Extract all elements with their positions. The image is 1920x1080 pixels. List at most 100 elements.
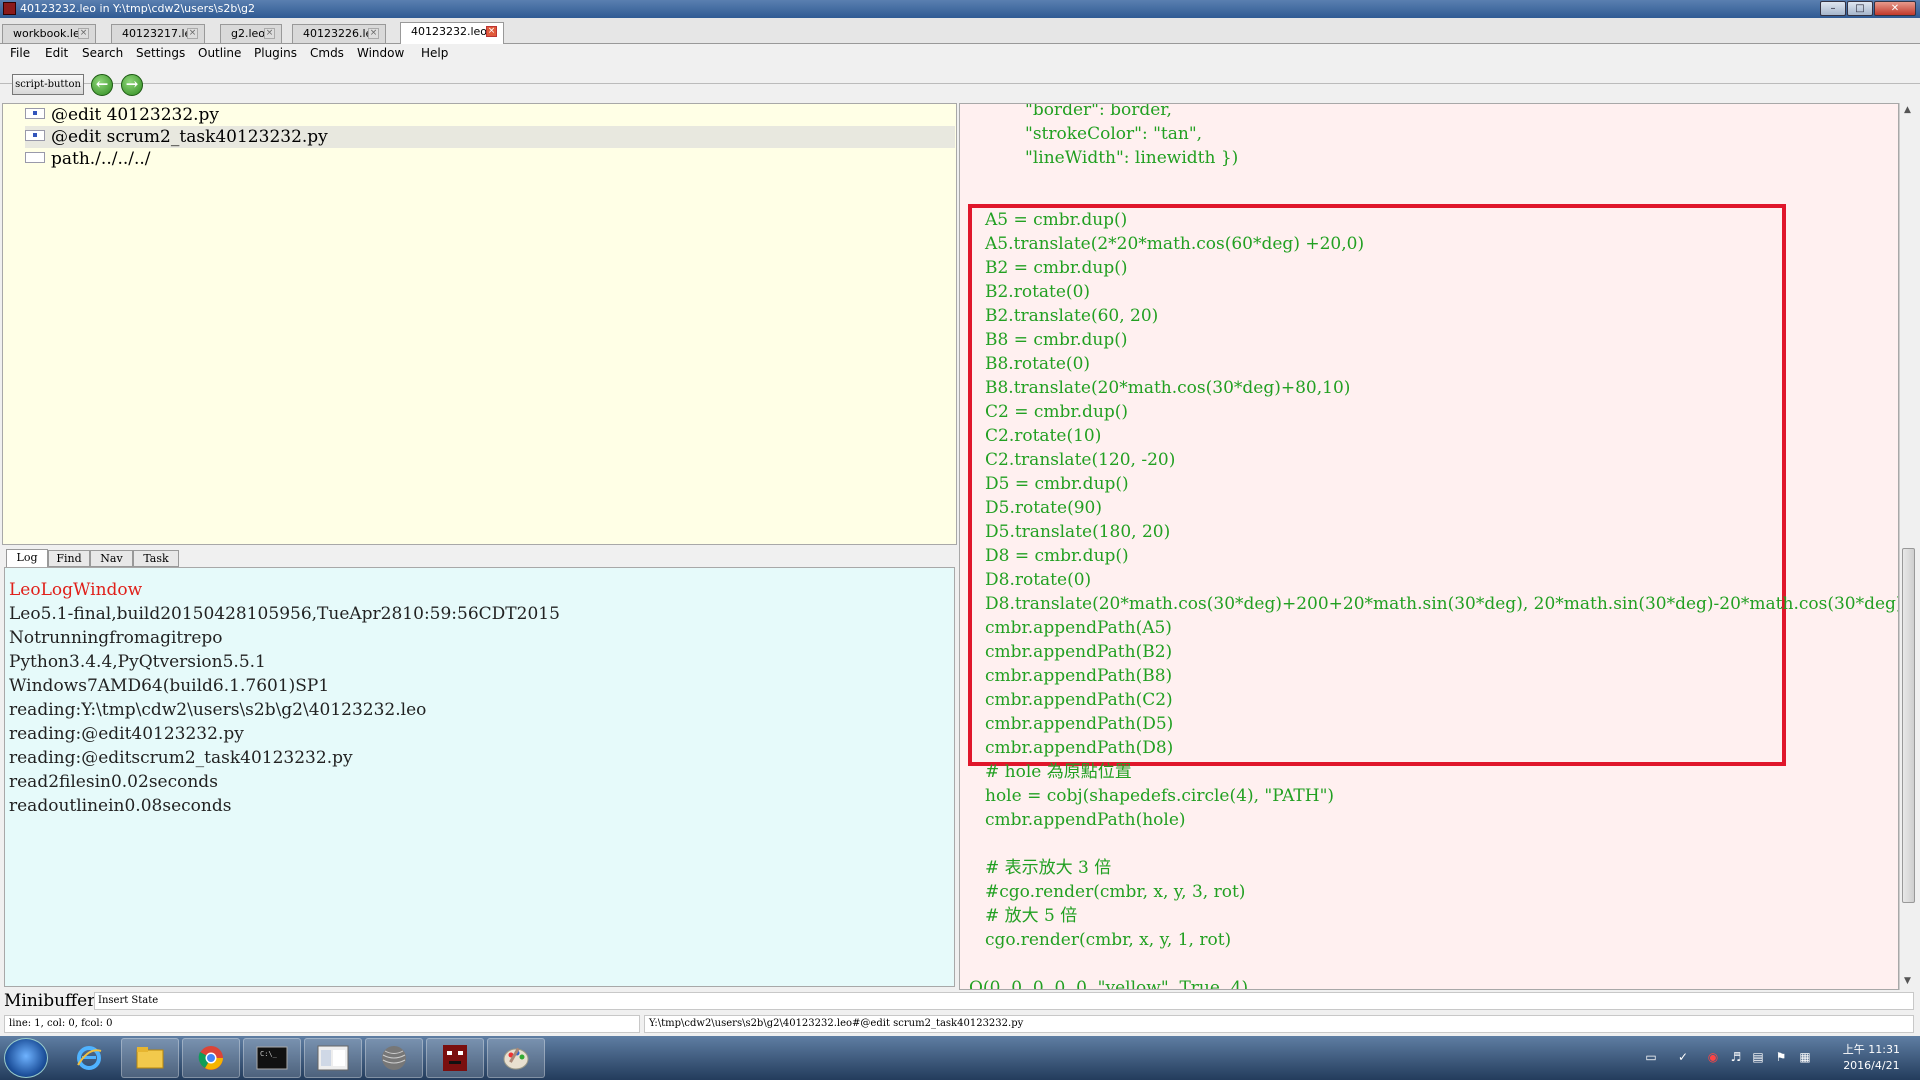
maximize-button[interactable]: □ xyxy=(1847,1,1873,16)
outline-node[interactable]: path./../../../ xyxy=(25,148,151,170)
menu-window[interactable]: Window xyxy=(357,46,404,60)
code-line: "border": border, xyxy=(1025,103,1172,120)
code-line: cmbr.appendPath(B2) xyxy=(985,642,1173,662)
back-arrow-icon[interactable]: ← xyxy=(91,74,113,96)
log-pane[interactable]: LeoLogWindow Leo5.1-final,build201504281… xyxy=(4,567,955,987)
minibuffer: Minibuffer: Insert State xyxy=(0,990,1920,1012)
minibuffer-input[interactable]: Insert State xyxy=(94,992,1914,1010)
code-line: C2 = cmbr.dup() xyxy=(985,402,1129,422)
code-line: C2.translate(120, -20) xyxy=(985,450,1176,470)
code-line: B2.rotate(0) xyxy=(985,282,1091,302)
windows-update-icon[interactable]: ▦ xyxy=(1797,1049,1813,1065)
menu-edit[interactable]: Edit xyxy=(45,46,68,60)
tray-app-icon[interactable]: ▭ xyxy=(1643,1049,1659,1065)
menu-settings[interactable]: Settings xyxy=(136,46,185,60)
network-icon[interactable]: ▤ xyxy=(1750,1049,1766,1065)
code-line: cmbr.appendPath(A5) xyxy=(985,618,1172,638)
menu-help[interactable]: Help xyxy=(421,46,448,60)
code-line: cmbr.appendPath(C2) xyxy=(985,690,1173,710)
log-line: readoutlinein0.08seconds xyxy=(9,796,232,816)
command-prompt-icon[interactable]: C:\_ xyxy=(243,1038,301,1078)
title-bar: 40123232.leo in Y:\tmp\cdw2\users\s2b\g2… xyxy=(0,0,1920,18)
internet-explorer-icon[interactable] xyxy=(60,1038,118,1078)
code-line: cmbr.appendPath(D8) xyxy=(985,738,1174,758)
code-line: "lineWidth": linewidth }) xyxy=(1025,148,1239,168)
code-line: # 放大 5 倍 xyxy=(985,906,1078,926)
sphere-app-icon[interactable] xyxy=(365,1038,423,1078)
menu-plugins[interactable]: Plugins xyxy=(254,46,297,60)
status-position: line: 1, col: 0, fcol: 0 xyxy=(4,1015,640,1033)
tab-log[interactable]: Log xyxy=(6,549,48,567)
tab-g2[interactable]: g2.leo × xyxy=(220,24,282,43)
leo-window-icon[interactable] xyxy=(304,1038,362,1078)
outline-pane[interactable]: @edit 40123232.py @edit scrum2_task40123… xyxy=(2,103,957,545)
tab-find[interactable]: Find xyxy=(48,550,90,567)
leo-editor-icon[interactable] xyxy=(426,1038,484,1078)
code-line: cmbr.appendPath(hole) xyxy=(985,810,1186,830)
minibuffer-label: Minibuffer: xyxy=(4,991,102,1011)
code-line: B8 = cmbr.dup() xyxy=(985,330,1128,350)
code-line: D5.rotate(90) xyxy=(985,498,1102,518)
log-line: reading:@editscrum2_task40123232.py xyxy=(9,748,353,768)
tab-40123226[interactable]: 40123226.leo × xyxy=(292,24,386,43)
status-path: Y:\tmp\cdw2\users\s2b\g2\40123232.leo#@e… xyxy=(644,1015,1914,1033)
node-icon xyxy=(25,130,45,141)
document-tab-bar: workbook.leo × 40123217.leo × g2.leo × 4012… xyxy=(0,18,1920,44)
log-line: Python3.4.4,PyQtversion5.5.1 xyxy=(9,652,266,672)
minimize-button[interactable]: – xyxy=(1820,1,1846,16)
outline-node-selected[interactable]: @edit scrum2_task40123232.py xyxy=(25,126,955,148)
tab-task[interactable]: Task xyxy=(133,550,179,567)
tab-40123232[interactable]: 40123232.leo × xyxy=(400,22,504,44)
code-line: B2 = cmbr.dup() xyxy=(985,258,1128,278)
close-tab-icon[interactable]: × xyxy=(264,28,275,39)
paint-icon[interactable] xyxy=(487,1038,545,1078)
file-explorer-icon[interactable] xyxy=(121,1038,179,1078)
clock-date: 2016/4/21 xyxy=(1843,1059,1900,1072)
code-line: "strokeColor": "tan", xyxy=(1025,124,1203,144)
clock-time: 上午 11:31 xyxy=(1842,1043,1900,1056)
chrome-icon[interactable] xyxy=(182,1038,240,1078)
menu-file[interactable]: File xyxy=(10,46,30,60)
code-line: # 表示放大 3 倍 xyxy=(985,858,1112,878)
scroll-down-icon[interactable]: ▼ xyxy=(1904,976,1911,986)
tray-antivirus-icon[interactable]: ◉ xyxy=(1705,1049,1721,1065)
leo-app-icon xyxy=(3,2,16,15)
code-line: C2.rotate(10) xyxy=(985,426,1102,446)
taskbar-clock[interactable]: 上午 11:31 2016/4/21 xyxy=(1843,1042,1900,1074)
code-line: cmbr.appendPath(B8) xyxy=(985,666,1173,686)
forward-arrow-icon[interactable]: → xyxy=(121,74,143,96)
svg-text:C:\_: C:\_ xyxy=(260,1050,278,1058)
code-line: D5 = cmbr.dup() xyxy=(985,474,1129,494)
tab-nav[interactable]: Nav xyxy=(90,550,133,567)
scrollbar-thumb[interactable] xyxy=(1902,548,1915,903)
menu-search[interactable]: Search xyxy=(82,46,123,60)
toolbar: script-button ← → xyxy=(0,62,1920,96)
body-scrollbar[interactable]: ▲ ▼ xyxy=(1899,103,1917,990)
close-tab-icon[interactable]: × xyxy=(486,26,497,37)
tab-workbook[interactable]: workbook.leo × xyxy=(2,24,96,43)
node-icon xyxy=(25,152,45,163)
tray-security-icon[interactable]: ✓ xyxy=(1675,1049,1691,1065)
log-line: reading:Y:\tmp\cdw2\users\s2b\g2\4012323… xyxy=(9,700,427,720)
volume-icon[interactable]: ♬ xyxy=(1728,1049,1744,1065)
script-button[interactable]: script-button xyxy=(12,74,84,95)
action-center-flag-icon[interactable]: ⚑ xyxy=(1773,1049,1789,1065)
close-tab-icon[interactable]: × xyxy=(187,28,198,39)
log-line: LeoLogWindow xyxy=(9,580,143,600)
code-line: hole = cobj(shapedefs.circle(4), "PATH") xyxy=(985,786,1335,806)
code-line: B8.translate(20*math.cos(30*deg)+80,10) xyxy=(985,378,1351,398)
tab-40123217[interactable]: 40123217.leo × xyxy=(111,24,205,43)
close-button[interactable]: ✕ xyxy=(1874,1,1916,16)
start-button[interactable] xyxy=(4,1038,48,1078)
body-editor-pane[interactable]: "border": border, "strokeColor": "tan", "l… xyxy=(959,103,1899,990)
close-tab-icon[interactable]: × xyxy=(78,28,89,39)
scroll-up-icon[interactable]: ▲ xyxy=(1904,105,1911,115)
code-line: # hole 為原點位置 xyxy=(985,762,1132,782)
menu-outline[interactable]: Outline xyxy=(198,46,241,60)
outline-node[interactable]: @edit 40123232.py xyxy=(25,104,219,126)
log-line: Windows7AMD64(build6.1.7601)SP1 xyxy=(9,676,330,696)
menu-cmds[interactable]: Cmds xyxy=(310,46,344,60)
window-title: 40123232.leo in Y:\tmp\cdw2\users\s2b\g2 xyxy=(20,2,256,15)
log-line: Notrunningfromagitrepo xyxy=(9,628,223,648)
close-tab-icon[interactable]: × xyxy=(368,28,379,39)
